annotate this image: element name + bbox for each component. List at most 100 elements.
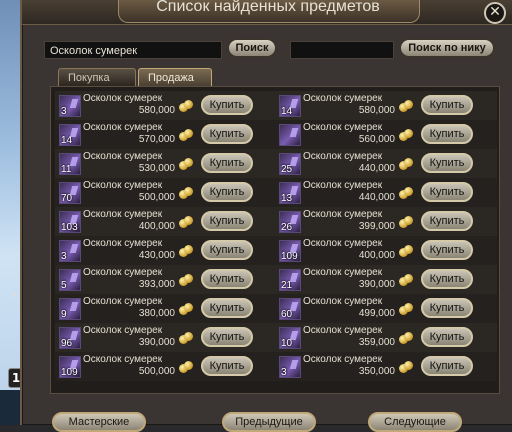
nickname-search-input[interactable] bbox=[290, 41, 394, 59]
item-name: Осколок сумерек bbox=[83, 267, 163, 278]
list-item[interactable]: 25 Осколок сумерек 440,000 Купить bbox=[275, 149, 497, 178]
buy-button[interactable]: Купить bbox=[421, 327, 473, 347]
close-icon[interactable]: ✕ bbox=[484, 2, 506, 24]
search-button[interactable]: Поиск bbox=[227, 38, 277, 58]
twilight-shard-icon[interactable]: 109 bbox=[59, 356, 81, 378]
list-item[interactable]: 96 Осколок сумерек 390,000 Купить bbox=[55, 323, 277, 352]
list-item[interactable]: 14 Осколок сумерек 570,000 Купить bbox=[55, 120, 277, 149]
buy-button[interactable]: Купить bbox=[201, 153, 253, 173]
item-price: 400,000 bbox=[138, 221, 175, 232]
twilight-shard-icon[interactable]: 3 bbox=[59, 240, 81, 262]
twilight-shard-icon[interactable]: 60 bbox=[279, 298, 301, 320]
buy-button[interactable]: Купить bbox=[421, 153, 473, 173]
list-item[interactable]: 26 Осколок сумерек 399,000 Купить bbox=[275, 207, 497, 236]
list-item[interactable]: 103 Осколок сумерек 400,000 Купить bbox=[55, 207, 277, 236]
item-price: 440,000 bbox=[358, 192, 395, 203]
list-item[interactable]: 109 Осколок сумерек 500,000 Купить bbox=[55, 352, 277, 381]
adena-coins-icon bbox=[399, 274, 413, 286]
list-item[interactable]: 3 Осколок сумерек 580,000 Купить bbox=[55, 91, 277, 120]
list-item[interactable]: 60 Осколок сумерек 499,000 Купить bbox=[275, 294, 497, 323]
twilight-shard-icon[interactable]: 26 bbox=[279, 211, 301, 233]
list-item[interactable]: 5 Осколок сумерек 393,000 Купить bbox=[55, 265, 277, 294]
buy-button[interactable]: Купить bbox=[421, 356, 473, 376]
twilight-shard-icon[interactable]: 13 bbox=[279, 182, 301, 204]
buy-button[interactable]: Купить bbox=[201, 298, 253, 318]
item-price: 570,000 bbox=[138, 134, 175, 145]
workshops-button[interactable]: Мастерские bbox=[52, 412, 146, 432]
item-count: 96 bbox=[61, 338, 73, 349]
adena-coins-icon bbox=[179, 216, 193, 228]
adena-coins-icon bbox=[399, 245, 413, 257]
tab-purchase[interactable]: Покупка bbox=[58, 68, 136, 86]
item-count: 5 bbox=[61, 280, 67, 291]
buy-button[interactable]: Купить bbox=[421, 95, 473, 115]
buy-button[interactable]: Купить bbox=[201, 356, 253, 376]
buy-button[interactable]: Купить bbox=[201, 327, 253, 347]
twilight-shard-icon[interactable]: 3 bbox=[279, 356, 301, 378]
adena-coins-icon bbox=[179, 129, 193, 141]
item-name: Осколок сумерек bbox=[303, 180, 383, 191]
twilight-shard-icon[interactable]: 5 bbox=[59, 269, 81, 291]
list-item[interactable]: 13 Осколок сумерек 440,000 Купить bbox=[275, 178, 497, 207]
adena-coins-icon bbox=[399, 361, 413, 373]
buy-button[interactable]: Купить bbox=[201, 211, 253, 231]
buy-button[interactable]: Купить bbox=[421, 124, 473, 144]
twilight-shard-icon[interactable]: 11 bbox=[59, 153, 81, 175]
list-item[interactable]: 21 Осколок сумерек 390,000 Купить bbox=[275, 265, 497, 294]
twilight-shard-icon[interactable]: 109 bbox=[279, 240, 301, 262]
twilight-shard-icon[interactable]: 3 bbox=[59, 95, 81, 117]
list-item[interactable]: Осколок сумерек 560,000 Купить bbox=[275, 120, 497, 149]
twilight-shard-icon[interactable]: 70 bbox=[59, 182, 81, 204]
window-title: Список найденных предметов bbox=[156, 0, 380, 15]
adena-coins-icon bbox=[179, 100, 193, 112]
list-item[interactable]: 10 Осколок сумерек 359,000 Купить bbox=[275, 323, 497, 352]
twilight-shard-icon[interactable] bbox=[279, 124, 301, 146]
twilight-shard-icon[interactable]: 96 bbox=[59, 327, 81, 349]
item-name: Осколок сумерек bbox=[83, 151, 163, 162]
tab-sale[interactable]: Продажа bbox=[138, 68, 212, 86]
item-count: 3 bbox=[61, 106, 67, 117]
buy-button[interactable]: Купить bbox=[421, 211, 473, 231]
list-item[interactable]: 3 Осколок сумерек 350,000 Купить bbox=[275, 352, 497, 381]
buy-button[interactable]: Купить bbox=[421, 240, 473, 260]
list-item[interactable]: 70 Осколок сумерек 500,000 Купить bbox=[55, 178, 277, 207]
buy-button[interactable]: Купить bbox=[201, 95, 253, 115]
items-list: 3 Осколок сумерек 580,000 Купить 14 Осколок с… bbox=[50, 86, 500, 394]
item-name: Осколок сумерек bbox=[303, 325, 383, 336]
buy-button[interactable]: Купить bbox=[421, 182, 473, 202]
twilight-shard-icon[interactable]: 14 bbox=[59, 124, 81, 146]
next-button[interactable]: Следующие bbox=[368, 412, 462, 432]
item-search-input[interactable]: Осколок сумерек bbox=[44, 41, 222, 59]
previous-button[interactable]: Предыдущие bbox=[222, 412, 316, 432]
list-item[interactable]: 14 Осколок сумерек 580,000 Купить bbox=[275, 91, 497, 120]
buy-button[interactable]: Купить bbox=[201, 240, 253, 260]
item-count: 103 bbox=[61, 222, 78, 233]
adena-coins-icon bbox=[399, 158, 413, 170]
buy-button[interactable]: Купить bbox=[421, 269, 473, 289]
buy-button[interactable]: Купить bbox=[201, 182, 253, 202]
list-item[interactable]: 109 Осколок сумерек 400,000 Купить bbox=[275, 236, 497, 265]
twilight-shard-icon[interactable]: 9 bbox=[59, 298, 81, 320]
list-item[interactable]: 11 Осколок сумерек 530,000 Купить bbox=[55, 149, 277, 178]
twilight-shard-icon[interactable]: 10 bbox=[279, 327, 301, 349]
list-item[interactable]: 9 Осколок сумерек 380,000 Купить bbox=[55, 294, 277, 323]
buy-button[interactable]: Купить bbox=[201, 124, 253, 144]
search-by-nick-button[interactable]: Поиск по нику bbox=[399, 38, 495, 58]
item-count: 21 bbox=[281, 280, 293, 291]
item-count: 3 bbox=[61, 251, 67, 262]
item-price: 500,000 bbox=[138, 366, 175, 377]
item-name: Осколок сумерек bbox=[83, 238, 163, 249]
twilight-shard-icon[interactable]: 103 bbox=[59, 211, 81, 233]
buy-button[interactable]: Купить bbox=[201, 269, 253, 289]
found-items-window: Список найденных предметов ✕ Осколок сум… bbox=[20, 0, 512, 432]
twilight-shard-icon[interactable]: 25 bbox=[279, 153, 301, 175]
item-price: 530,000 bbox=[138, 163, 175, 174]
list-item[interactable]: 3 Осколок сумерек 430,000 Купить bbox=[55, 236, 277, 265]
item-count: 14 bbox=[281, 106, 293, 117]
item-count: 14 bbox=[61, 135, 73, 146]
adena-coins-icon bbox=[179, 332, 193, 344]
item-price: 580,000 bbox=[358, 105, 395, 116]
buy-button[interactable]: Купить bbox=[421, 298, 473, 318]
twilight-shard-icon[interactable]: 14 bbox=[279, 95, 301, 117]
twilight-shard-icon[interactable]: 21 bbox=[279, 269, 301, 291]
